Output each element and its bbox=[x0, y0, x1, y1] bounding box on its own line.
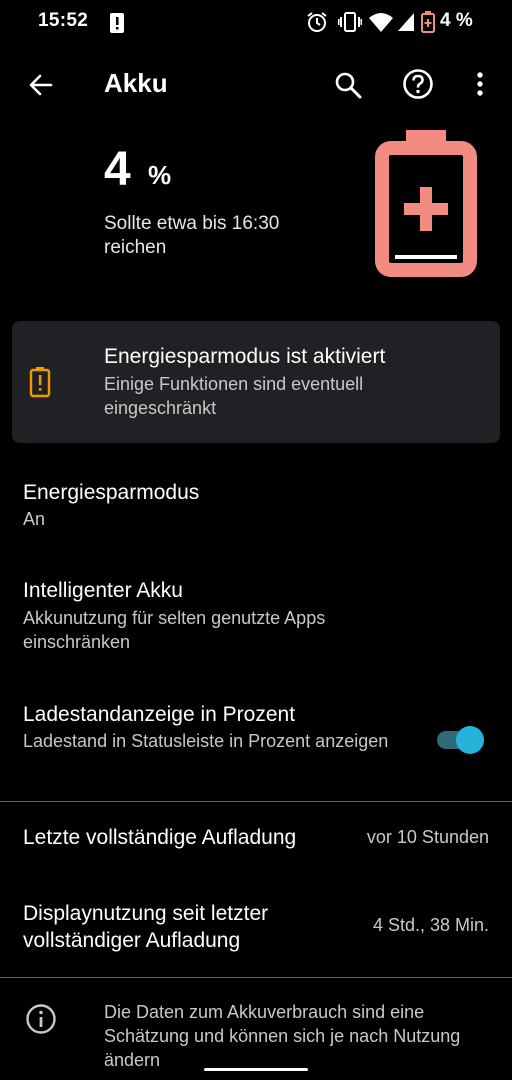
setting-title: Ladestandanzeige in Prozent bbox=[23, 703, 296, 726]
footer-info-text: Die Daten zum Akkuverbrauch sind eine Sc… bbox=[104, 1002, 461, 1070]
setting-subtitle: Ladestand in Statusleiste in Prozent anz… bbox=[23, 731, 389, 751]
status-battery-percent: 4 % bbox=[440, 10, 473, 31]
setting-title: Energiesparmodus bbox=[23, 481, 200, 504]
setting-title: Intelligenter Akku bbox=[23, 579, 183, 602]
setting-value: 4 Std., 38 Min. bbox=[372, 915, 489, 935]
back-arrow-icon[interactable] bbox=[27, 71, 55, 99]
info-icon bbox=[26, 1004, 56, 1034]
battery-fill bbox=[395, 255, 457, 259]
setting-subtitle: Akkunutzung für selten genutzte Apps ein… bbox=[23, 608, 326, 652]
percentage-toggle-thumb[interactable] bbox=[456, 726, 484, 754]
vibrate-icon bbox=[338, 12, 362, 32]
signal-icon bbox=[398, 13, 414, 31]
battery-saver-icon bbox=[421, 11, 435, 33]
search-icon[interactable] bbox=[333, 70, 363, 100]
wifi-icon bbox=[369, 13, 393, 32]
setting-value: vor 10 Stunden bbox=[366, 827, 489, 847]
battery-large-icon bbox=[375, 130, 477, 277]
alert-icon bbox=[110, 13, 124, 33]
page-title: Akku bbox=[104, 68, 168, 98]
battery-alert-icon bbox=[29, 367, 51, 398]
status-time: 15:52 bbox=[38, 10, 89, 31]
setting-value: An bbox=[23, 509, 46, 529]
battery-level: 4 bbox=[104, 143, 131, 196]
battery-saver-card-subtitle: Einige Funktionen sind eventuell eingesc… bbox=[104, 374, 364, 418]
help-icon[interactable] bbox=[402, 68, 434, 100]
battery-saver-card-title: Energiesparmodus ist aktiviert bbox=[104, 345, 386, 368]
section-divider bbox=[0, 801, 512, 802]
setting-title: Displaynutzung seit letzter vollständige… bbox=[23, 902, 269, 952]
alarm-icon bbox=[307, 12, 327, 32]
gesture-nav-handle[interactable] bbox=[204, 1068, 308, 1071]
more-vert-icon[interactable] bbox=[474, 70, 486, 100]
section-divider bbox=[0, 977, 512, 978]
setting-title: Letzte vollständige Aufladung bbox=[23, 826, 297, 849]
battery-percent-sign: % bbox=[148, 160, 172, 190]
battery-estimate: Sollte etwa bis 16:30 reichen bbox=[104, 213, 280, 258]
